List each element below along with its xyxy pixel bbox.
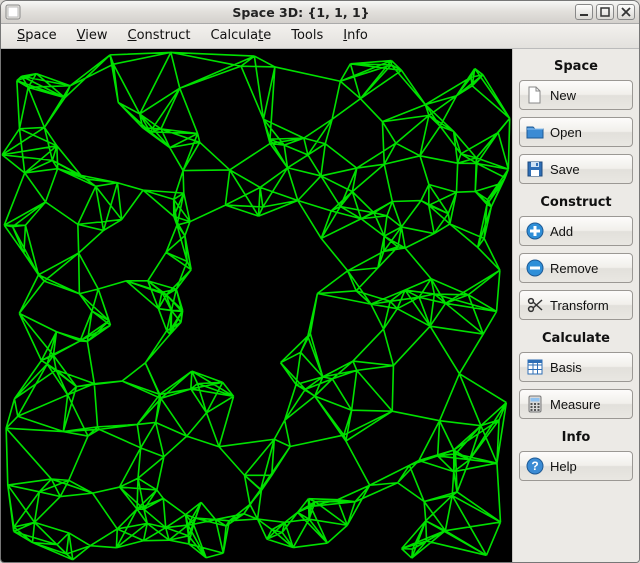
remove-button-label: Remove bbox=[550, 261, 598, 276]
wireframe-mesh bbox=[2, 52, 510, 559]
minus-icon bbox=[526, 259, 544, 277]
scissors-icon bbox=[526, 296, 544, 314]
transform-button-label: Transform bbox=[550, 298, 609, 313]
maximize-button[interactable] bbox=[596, 4, 614, 20]
open-button[interactable]: Open bbox=[519, 117, 633, 147]
add-button[interactable]: Add bbox=[519, 216, 633, 246]
menubar: SpaceViewConstructCalculateToolsInfo bbox=[1, 24, 639, 49]
window-controls bbox=[575, 4, 635, 20]
basis-button-label: Basis bbox=[550, 360, 582, 375]
menu-info[interactable]: Info bbox=[333, 24, 378, 48]
window-title: Space 3D: {1, 1, 1} bbox=[27, 5, 575, 20]
close-icon bbox=[621, 7, 631, 17]
sidebar: Space New Open Save Construct Add Remove Transf… bbox=[512, 49, 639, 562]
help-button[interactable]: ? Help bbox=[519, 451, 633, 481]
menu-calculate[interactable]: Calculate bbox=[200, 24, 281, 48]
section-title-space: Space bbox=[519, 55, 633, 80]
close-button[interactable] bbox=[617, 4, 635, 20]
svg-text:?: ? bbox=[531, 459, 538, 473]
save-button-label: Save bbox=[550, 162, 580, 177]
transform-button[interactable]: Transform bbox=[519, 290, 633, 320]
minimize-icon bbox=[579, 7, 589, 17]
plus-icon bbox=[526, 222, 544, 240]
folder-icon bbox=[526, 123, 544, 141]
section-title-calculate: Calculate bbox=[519, 327, 633, 352]
new-button-label: New bbox=[550, 88, 576, 103]
calculator-icon bbox=[526, 395, 544, 413]
menu-tools[interactable]: Tools bbox=[281, 24, 333, 48]
menu-construct[interactable]: Construct bbox=[118, 24, 201, 48]
remove-button[interactable]: Remove bbox=[519, 253, 633, 283]
app-window: Space 3D: {1, 1, 1} SpaceViewConstructCa… bbox=[0, 0, 640, 563]
maximize-icon bbox=[600, 7, 610, 17]
file-icon bbox=[526, 86, 544, 104]
main-area: Space New Open Save Construct Add Remove Transf… bbox=[1, 49, 639, 562]
add-button-label: Add bbox=[550, 224, 573, 239]
app-icon bbox=[5, 4, 21, 20]
viewport-canvas[interactable] bbox=[1, 49, 512, 562]
help-button-label: Help bbox=[550, 459, 577, 474]
measure-button-label: Measure bbox=[550, 397, 601, 412]
section-title-info: Info bbox=[519, 426, 633, 451]
minimize-button[interactable] bbox=[575, 4, 593, 20]
menu-space[interactable]: Space bbox=[7, 24, 67, 48]
open-button-label: Open bbox=[550, 125, 582, 140]
titlebar: Space 3D: {1, 1, 1} bbox=[1, 1, 639, 24]
measure-button[interactable]: Measure bbox=[519, 389, 633, 419]
floppy-icon bbox=[526, 160, 544, 178]
section-title-construct: Construct bbox=[519, 191, 633, 216]
menu-view[interactable]: View bbox=[67, 24, 118, 48]
save-button[interactable]: Save bbox=[519, 154, 633, 184]
new-button[interactable]: New bbox=[519, 80, 633, 110]
help-icon: ? bbox=[526, 457, 544, 475]
basis-button[interactable]: Basis bbox=[519, 352, 633, 382]
grid-icon bbox=[526, 358, 544, 376]
